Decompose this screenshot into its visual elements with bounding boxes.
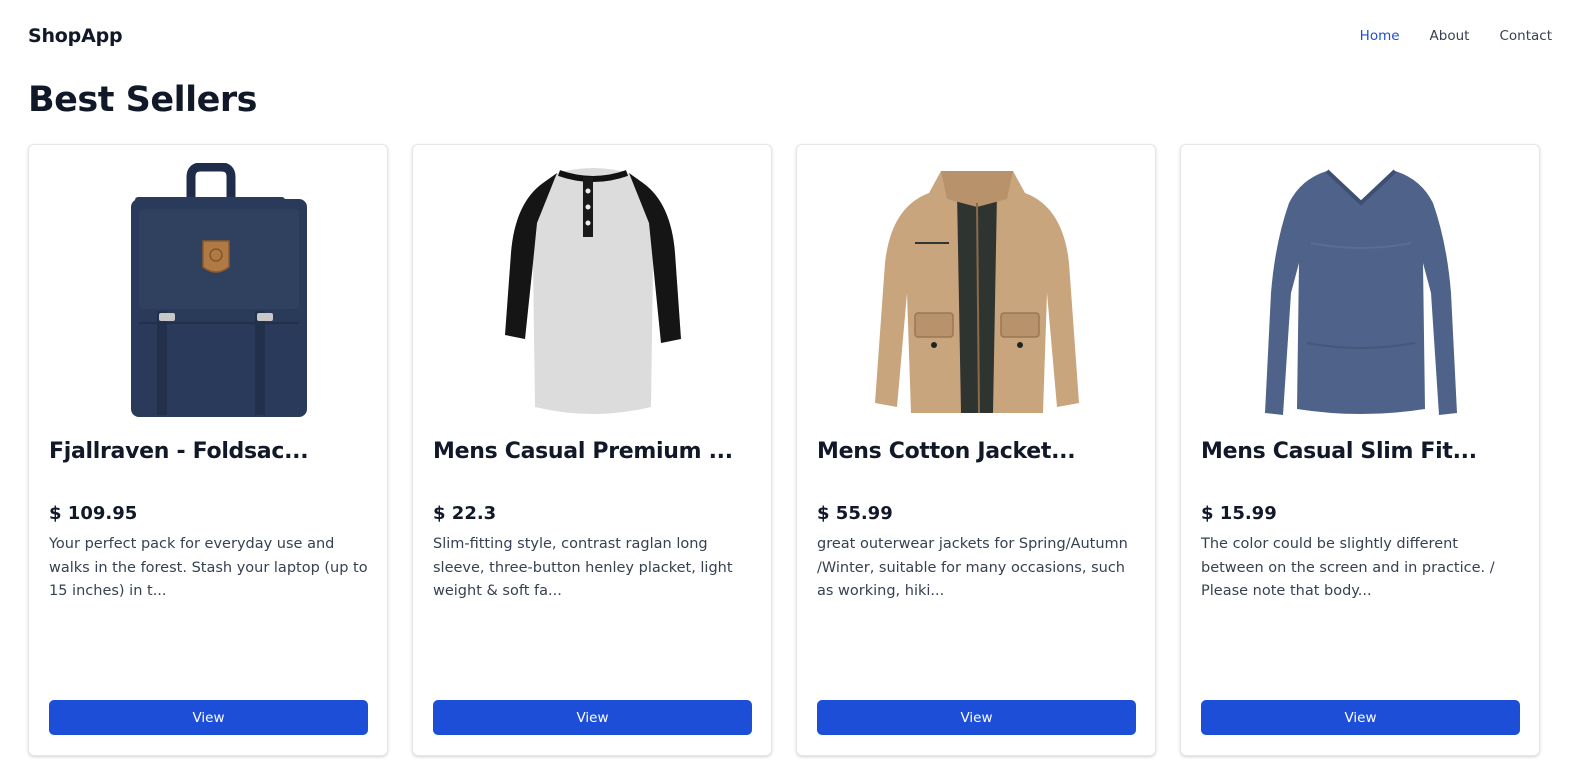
nav-contact-link[interactable]: Contact (1499, 28, 1552, 44)
product-title: Mens Cotton Jacket... (817, 439, 1076, 464)
product-price: $ 109.95 (49, 503, 138, 524)
product-description: Slim-fitting style, contrast raglan long… (433, 536, 733, 599)
product-card: Mens Casual Slim Fit... $ 15.99 The colo… (1180, 144, 1540, 756)
product-description: Your perfect pack for everyday use and w… (49, 536, 368, 599)
blue-long-sleeve-shirt-image (1201, 163, 1521, 419)
product-card: Mens Cotton Jacket... $ 55.99 great oute… (796, 144, 1156, 756)
product-price: $ 22.3 (433, 503, 497, 524)
product-price: $ 15.99 (1201, 503, 1277, 524)
product-grid: Fjallraven - Foldsac... $ 109.95 Your pe… (28, 144, 1540, 756)
product-price: $ 55.99 (817, 503, 893, 524)
view-button[interactable]: View (817, 700, 1136, 735)
page-title: Best Sellers (28, 80, 257, 120)
product-title: Mens Casual Slim Fit... (1201, 439, 1477, 464)
nav-links: Home About Contact (1360, 28, 1552, 44)
product-card: Fjallraven - Foldsac... $ 109.95 Your pe… (28, 144, 388, 756)
view-button[interactable]: View (49, 700, 368, 735)
navy-backpack-image (49, 163, 369, 419)
product-card: Mens Casual Premium ... $ 22.3 Slim-fitt… (412, 144, 772, 756)
nav-about-link[interactable]: About (1430, 28, 1470, 44)
raglan-henley-shirt-image (433, 163, 753, 419)
view-button[interactable]: View (1201, 700, 1520, 735)
product-title: Mens Casual Premium ... (433, 439, 733, 464)
product-title: Fjallraven - Foldsac... (49, 439, 309, 464)
tan-cotton-jacket-image (817, 163, 1137, 419)
view-button[interactable]: View (433, 700, 752, 735)
nav-home-link[interactable]: Home (1360, 28, 1400, 44)
product-description: The color could be slightly different be… (1201, 536, 1495, 599)
product-description: great outerwear jackets for Spring/Autum… (817, 536, 1128, 599)
navbar: ShopApp Home About Contact (0, 0, 1592, 74)
brand-logo[interactable]: ShopApp (28, 25, 123, 47)
